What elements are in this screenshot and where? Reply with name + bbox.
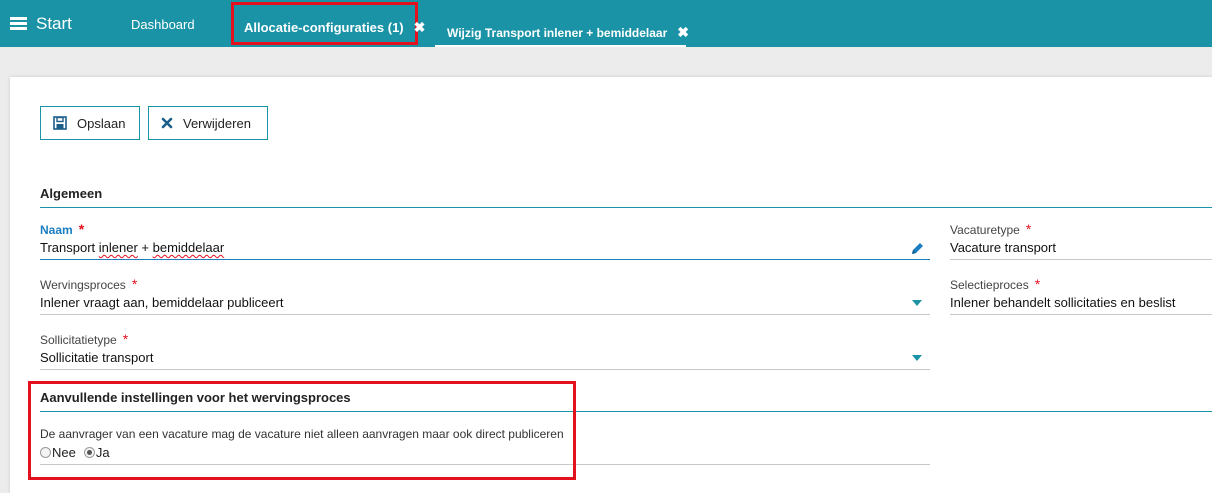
hamburger-icon	[10, 17, 27, 31]
wervingsproces-underline	[40, 314, 930, 315]
radio-nee-label[interactable]: Nee	[52, 445, 76, 460]
tab-allocatie-configuraties[interactable]: Allocatie-configuraties (1) ✖	[231, 2, 425, 45]
radio-ja-label[interactable]: Ja	[96, 445, 110, 460]
delete-button[interactable]: Verwijderen	[148, 106, 268, 140]
chevron-down-icon[interactable]	[912, 300, 922, 306]
sollicitatietype-select[interactable]: Sollicitatie transport	[40, 350, 153, 365]
publish-underline	[40, 464, 930, 465]
pencil-icon[interactable]	[910, 241, 925, 256]
tab-wijzig-transport[interactable]: Wijzig Transport inlener + bemiddelaar ✖	[435, 18, 689, 47]
tab-label: Wijzig Transport inlener + bemiddelaar	[447, 26, 668, 40]
selectieproces-label-text: Selectieproces	[950, 278, 1029, 292]
close-icon	[161, 117, 173, 129]
selectieproces-underline	[950, 314, 1212, 315]
vacaturetype-label: Vacaturetype *	[950, 221, 1031, 237]
wervingsproces-label: Wervingsproces *	[40, 276, 137, 292]
publish-radio-group: Nee Ja	[40, 445, 118, 460]
section-title-aanvullende-instellingen: Aanvullende instellingen voor het wervin…	[40, 390, 351, 405]
tab-dashboard[interactable]: Dashboard	[131, 17, 195, 32]
chevron-down-icon[interactable]	[912, 355, 922, 361]
naam-label-text: Naam	[40, 223, 73, 237]
naam-underline	[40, 259, 930, 260]
sollicitatietype-label: Sollicitatietype *	[40, 331, 128, 347]
wervingsproces-select[interactable]: Inlener vraagt aan, bemiddelaar publicee…	[40, 295, 284, 310]
save-button[interactable]: Opslaan	[40, 106, 140, 140]
tab-label: Allocatie-configuraties (1)	[244, 20, 404, 35]
selectieproces-label: Selectieproces *	[950, 276, 1040, 292]
close-icon[interactable]: ✖	[414, 19, 426, 36]
required-marker: *	[131, 276, 138, 292]
naam-value-part: Transport	[40, 240, 99, 255]
wervingsproces-label-text: Wervingsproces	[40, 278, 126, 292]
required-marker: *	[1025, 221, 1032, 237]
section-divider	[40, 411, 1212, 412]
start-menu-button[interactable]: Start	[10, 14, 72, 34]
naam-value-part: +	[137, 240, 153, 255]
start-menu-label: Start	[36, 14, 72, 33]
radio-ja[interactable]	[83, 447, 95, 458]
radio-nee[interactable]	[40, 447, 51, 458]
required-marker: *	[78, 221, 85, 237]
selectieproces-value: Inlener behandelt sollicitaties en besli…	[950, 295, 1176, 310]
naam-label: Naam *	[40, 221, 84, 237]
vacaturetype-value: Vacature transport	[950, 240, 1056, 255]
vacaturetype-label-text: Vacaturetype	[950, 223, 1020, 237]
delete-button-label: Verwijderen	[183, 115, 251, 131]
sollicitatietype-underline	[40, 369, 930, 370]
section-divider	[40, 207, 1212, 208]
required-marker: *	[1034, 276, 1041, 292]
naam-value-part: bemiddelaar	[152, 240, 225, 255]
required-marker: *	[122, 331, 129, 347]
vacaturetype-underline	[950, 259, 1212, 260]
section-title-algemeen: Algemeen	[40, 186, 103, 201]
sollicitatietype-label-text: Sollicitatietype	[40, 333, 117, 347]
save-button-label: Opslaan	[77, 115, 126, 131]
top-navigation-bar: Start Dashboard Allocatie-configuraties …	[0, 0, 1212, 47]
publish-question-label: De aanvrager van een vacature mag de vac…	[40, 427, 564, 441]
naam-value-part: inlener	[98, 240, 138, 255]
close-icon[interactable]: ✖	[677, 24, 689, 41]
naam-input[interactable]: Transport inlener + bemiddelaar	[40, 240, 224, 255]
floppy-disk-icon	[53, 116, 67, 130]
